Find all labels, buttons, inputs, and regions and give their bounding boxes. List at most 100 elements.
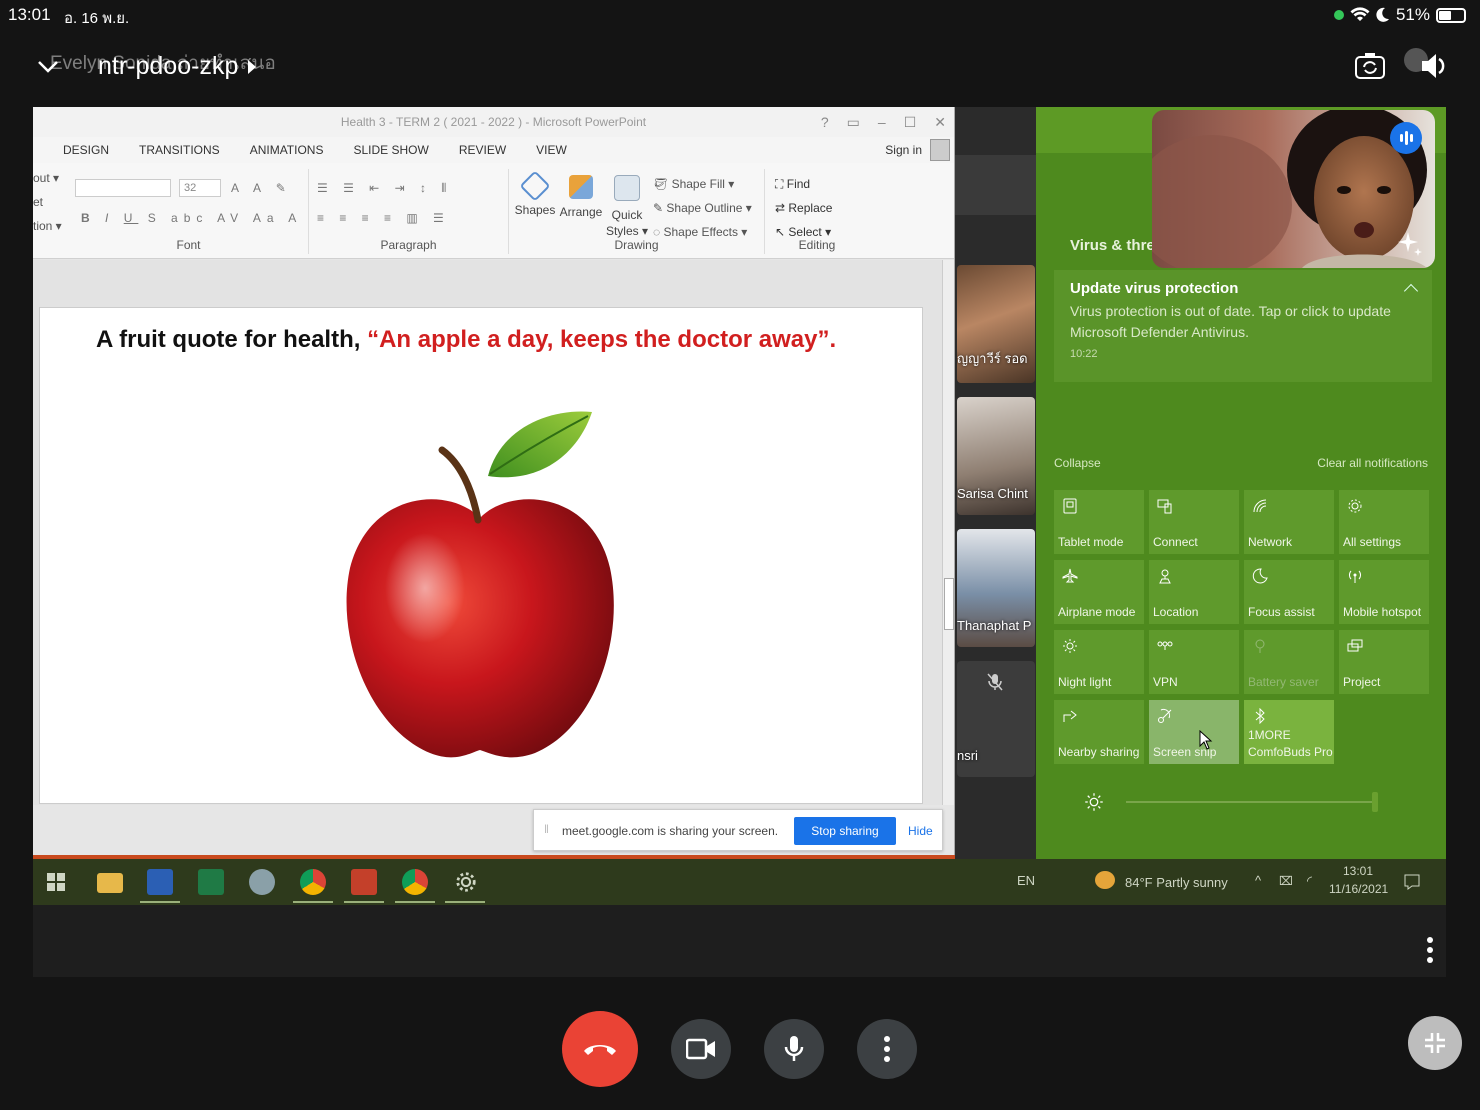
slide-scrollbar[interactable] xyxy=(942,260,954,805)
excel-icon[interactable] xyxy=(198,869,224,895)
language-indicator[interactable]: EN xyxy=(1017,873,1035,888)
section-label[interactable]: tion ▾ xyxy=(33,219,62,233)
font-size-input[interactable]: 32 xyxy=(179,179,221,197)
font-name-input[interactable] xyxy=(75,179,171,197)
shape-effects-button[interactable]: ◌ Shape Effects ▾ xyxy=(653,225,747,239)
more-options-button[interactable] xyxy=(857,1019,917,1079)
self-video-tile[interactable] xyxy=(1152,110,1435,268)
ribbon-display-icon[interactable]: ▭ xyxy=(847,107,860,137)
weather-text[interactable]: 84°F Partly sunny xyxy=(1125,875,1228,890)
quick-styles-label-2: Styles ▾ xyxy=(605,224,649,238)
participant-tile[interactable]: nsri xyxy=(957,661,1035,777)
participant-tile[interactable]: ัญญาวีร์ รอด xyxy=(957,265,1035,383)
participant-tile[interactable]: Sarisa Chint xyxy=(957,397,1035,515)
more-vert-icon[interactable] xyxy=(1425,936,1435,964)
cut-label[interactable]: out ▾ xyxy=(33,171,59,185)
hide-button[interactable]: Hide xyxy=(908,824,933,838)
chrome-profile-icon[interactable] xyxy=(402,869,428,895)
align-icons[interactable]: ≡ ≡ ≡ ≡ ▥ ☰ xyxy=(317,211,450,225)
tab-slide-show[interactable]: SLIDE SHOW xyxy=(353,143,428,157)
mic-toggle-button[interactable] xyxy=(764,1019,824,1079)
slide-quote[interactable]: A fruit quote for health, “An apple a da… xyxy=(96,326,836,354)
virus-notification[interactable]: Update virus protection Virus protection… xyxy=(1054,270,1432,382)
replace-button[interactable]: ⇄ Replace xyxy=(775,201,832,215)
quick-styles-button[interactable]: Quick Styles ▾ xyxy=(605,175,649,239)
sign-in-link[interactable]: Sign in xyxy=(885,143,922,157)
quick-action-label: Mobile hotspot xyxy=(1343,605,1422,619)
find-button[interactable]: ⛶ Find xyxy=(775,177,810,192)
scrollbar-thumb[interactable] xyxy=(944,578,954,630)
tab-animations[interactable]: ANIMATIONS xyxy=(250,143,324,157)
battery-tray-icon[interactable]: ⌧ xyxy=(1279,874,1293,888)
speaker-icon[interactable] xyxy=(1402,46,1446,86)
sparkle-effects-icon[interactable] xyxy=(1396,230,1424,258)
avatar[interactable] xyxy=(930,139,950,161)
minimize-icon[interactable]: – xyxy=(878,107,886,137)
shape-outline-button[interactable]: ✎ Shape Outline ▾ xyxy=(653,201,752,215)
chevron-up-tray-icon[interactable]: ^ xyxy=(1255,873,1261,888)
weather-icon[interactable] xyxy=(1095,871,1115,889)
help-icon[interactable]: ? xyxy=(821,107,829,137)
brightness-track[interactable] xyxy=(1126,801,1376,803)
switch-camera-icon[interactable] xyxy=(1354,52,1386,80)
participant-tile[interactable]: Thanaphat P xyxy=(957,529,1035,647)
tab-design[interactable]: DESIGN xyxy=(63,143,109,157)
tab-review[interactable]: REVIEW xyxy=(459,143,506,157)
collapse-link[interactable]: Collapse xyxy=(1054,456,1101,470)
brightness-knob[interactable] xyxy=(1372,792,1378,812)
tab-transitions[interactable]: TRANSITIONS xyxy=(139,143,220,157)
list-icons[interactable]: ☰ ☰ ⇤ ⇥ ↕ ⫴ xyxy=(317,181,452,196)
quick-action-connect[interactable]: Connect xyxy=(1149,490,1239,554)
select-button[interactable]: ↖ Select ▾ xyxy=(775,225,831,239)
quick-action-network[interactable]: Network xyxy=(1244,490,1334,554)
quick-action-nearby-sharing[interactable]: Nearby sharing xyxy=(1054,700,1144,764)
chevron-up-icon[interactable] xyxy=(1403,283,1419,299)
close-icon[interactable]: ✕ xyxy=(934,107,946,137)
slide[interactable]: A fruit quote for health, “An apple a da… xyxy=(39,307,923,804)
brightness-slider[interactable] xyxy=(1084,792,1384,812)
quick-action-mobile-hotspot[interactable]: Mobile hotspot xyxy=(1339,560,1429,624)
quick-action-project[interactable]: Project xyxy=(1339,630,1429,694)
taskbar-clock-date[interactable]: 11/16/2021 xyxy=(1329,882,1388,896)
quick-action-location[interactable]: Location xyxy=(1149,560,1239,624)
chrome-icon[interactable] xyxy=(300,869,326,895)
battery-percent: 51% xyxy=(1395,5,1430,24)
settings-gear-icon[interactable] xyxy=(455,871,477,893)
muted-mic-icon xyxy=(987,673,1003,691)
quick-action-screen-snip[interactable]: Screen snip xyxy=(1149,700,1239,764)
quick-action-focus-assist[interactable]: Focus assist xyxy=(1244,560,1334,624)
maximize-icon[interactable]: ☐ xyxy=(904,107,917,137)
quick-action-all-settings[interactable]: All settings xyxy=(1339,490,1429,554)
drag-handle-icon[interactable]: ‖ xyxy=(544,822,549,836)
quick-action-airplane-mode[interactable]: Airplane mode xyxy=(1054,560,1144,624)
windows-start-icon[interactable] xyxy=(47,873,65,891)
taskbar-clock-time[interactable]: 13:01 xyxy=(1343,864,1373,878)
video-camera-icon xyxy=(686,1038,715,1060)
word-icon[interactable] xyxy=(147,869,173,895)
stop-sharing-button[interactable]: Stop sharing xyxy=(794,817,896,845)
grow-shrink-font-icons[interactable]: A A ✎ xyxy=(231,181,292,195)
apple-image[interactable] xyxy=(330,398,630,778)
quick-action-vpn[interactable]: VPN xyxy=(1149,630,1239,694)
quick-action-bluetooth-device[interactable]: 1MORE ComfoBuds Pro xyxy=(1244,700,1334,764)
participant-name: Thanaphat P xyxy=(957,618,1032,633)
wifi-tray-icon[interactable]: ◜ xyxy=(1307,873,1312,889)
arrange-button[interactable]: Arrange xyxy=(559,175,603,219)
quick-action-night-light[interactable]: Night light xyxy=(1054,630,1144,694)
app-icon[interactable] xyxy=(249,869,275,895)
end-call-button[interactable] xyxy=(562,1011,638,1087)
tab-view[interactable]: VIEW xyxy=(536,143,567,157)
exit-fullscreen-button[interactable] xyxy=(1408,1016,1462,1070)
file-explorer-icon[interactable] xyxy=(97,873,123,893)
font-format-icons[interactable]: B I U S abc AV Aa A xyxy=(81,211,302,225)
notification-center-icon[interactable] xyxy=(1403,873,1421,891)
camera-toggle-button[interactable] xyxy=(671,1019,731,1079)
shapes-button[interactable]: Shapes xyxy=(513,170,557,217)
quick-action-tablet-mode[interactable]: Tablet mode xyxy=(1054,490,1144,554)
shape-fill-button[interactable]: 🪣︎ Shape Fill ▾ xyxy=(653,177,734,191)
meeting-code[interactable]: ntr-pdoo-zkp xyxy=(98,52,257,81)
powerpoint-icon[interactable] xyxy=(351,869,377,895)
paste-label[interactable]: et xyxy=(33,195,43,209)
clear-all-notifications-link[interactable]: Clear all notifications xyxy=(1317,456,1428,470)
quick-action-battery-saver[interactable]: Battery saver xyxy=(1244,630,1334,694)
